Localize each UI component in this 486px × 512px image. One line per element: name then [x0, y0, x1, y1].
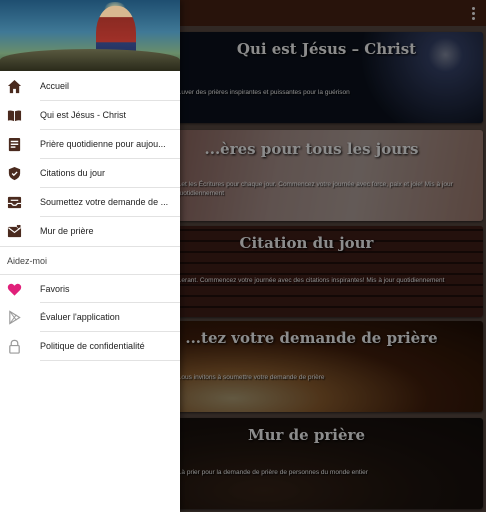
- menu-item-label: Prière quotidienne pour aujou...: [40, 139, 166, 149]
- menu-item-label: Citations du jour: [40, 168, 106, 178]
- section-header-aidez-moi: Aidez-moi: [0, 246, 180, 274]
- menu-item-mur-de-priere[interactable]: Mur de prière: [0, 217, 180, 246]
- book-icon: [7, 108, 22, 123]
- menu-item-label: Accueil: [40, 81, 70, 91]
- menu-item-favoris[interactable]: Favoris: [0, 274, 180, 303]
- menu-item-qui-est-jesus[interactable]: Qui est Jésus - Christ: [0, 101, 180, 130]
- drawer-menu: Accueil Qui est Jésus - Christ Prière qu…: [0, 72, 180, 361]
- section-title: Aidez-moi: [7, 256, 48, 266]
- menu-item-label: Favoris: [40, 284, 70, 294]
- menu-item-politique-confidentialite[interactable]: Politique de confidentialité: [0, 332, 180, 361]
- play-store-icon: [7, 310, 22, 325]
- note-icon: [7, 137, 22, 152]
- menu-item-priere-quotidienne[interactable]: Prière quotidienne pour aujou...: [0, 130, 180, 159]
- drawer-header-image: [0, 0, 180, 71]
- inbox-icon: [7, 195, 22, 210]
- menu-item-accueil[interactable]: Accueil: [0, 72, 180, 101]
- shield-icon: [7, 166, 22, 181]
- menu-item-label: Qui est Jésus - Christ: [40, 110, 127, 120]
- menu-item-soumettre-demande[interactable]: Soumettez votre demande de ...: [0, 188, 180, 217]
- menu-item-label: Évaluer l'application: [40, 312, 120, 322]
- menu-item-label: Politique de confidentialité: [40, 341, 145, 351]
- menu-item-label: Soumettez votre demande de ...: [40, 197, 169, 207]
- menu-item-label: Mur de prière: [40, 226, 94, 236]
- mail-heart-icon: [7, 224, 22, 239]
- menu-item-evaluer-application[interactable]: Évaluer l'application: [0, 303, 180, 332]
- heart-icon: [7, 282, 22, 297]
- menu-item-citations-du-jour[interactable]: Citations du jour: [0, 159, 180, 188]
- navigation-drawer: Accueil Qui est Jésus - Christ Prière qu…: [0, 0, 180, 512]
- home-icon: [7, 79, 22, 94]
- lock-icon: [7, 339, 22, 354]
